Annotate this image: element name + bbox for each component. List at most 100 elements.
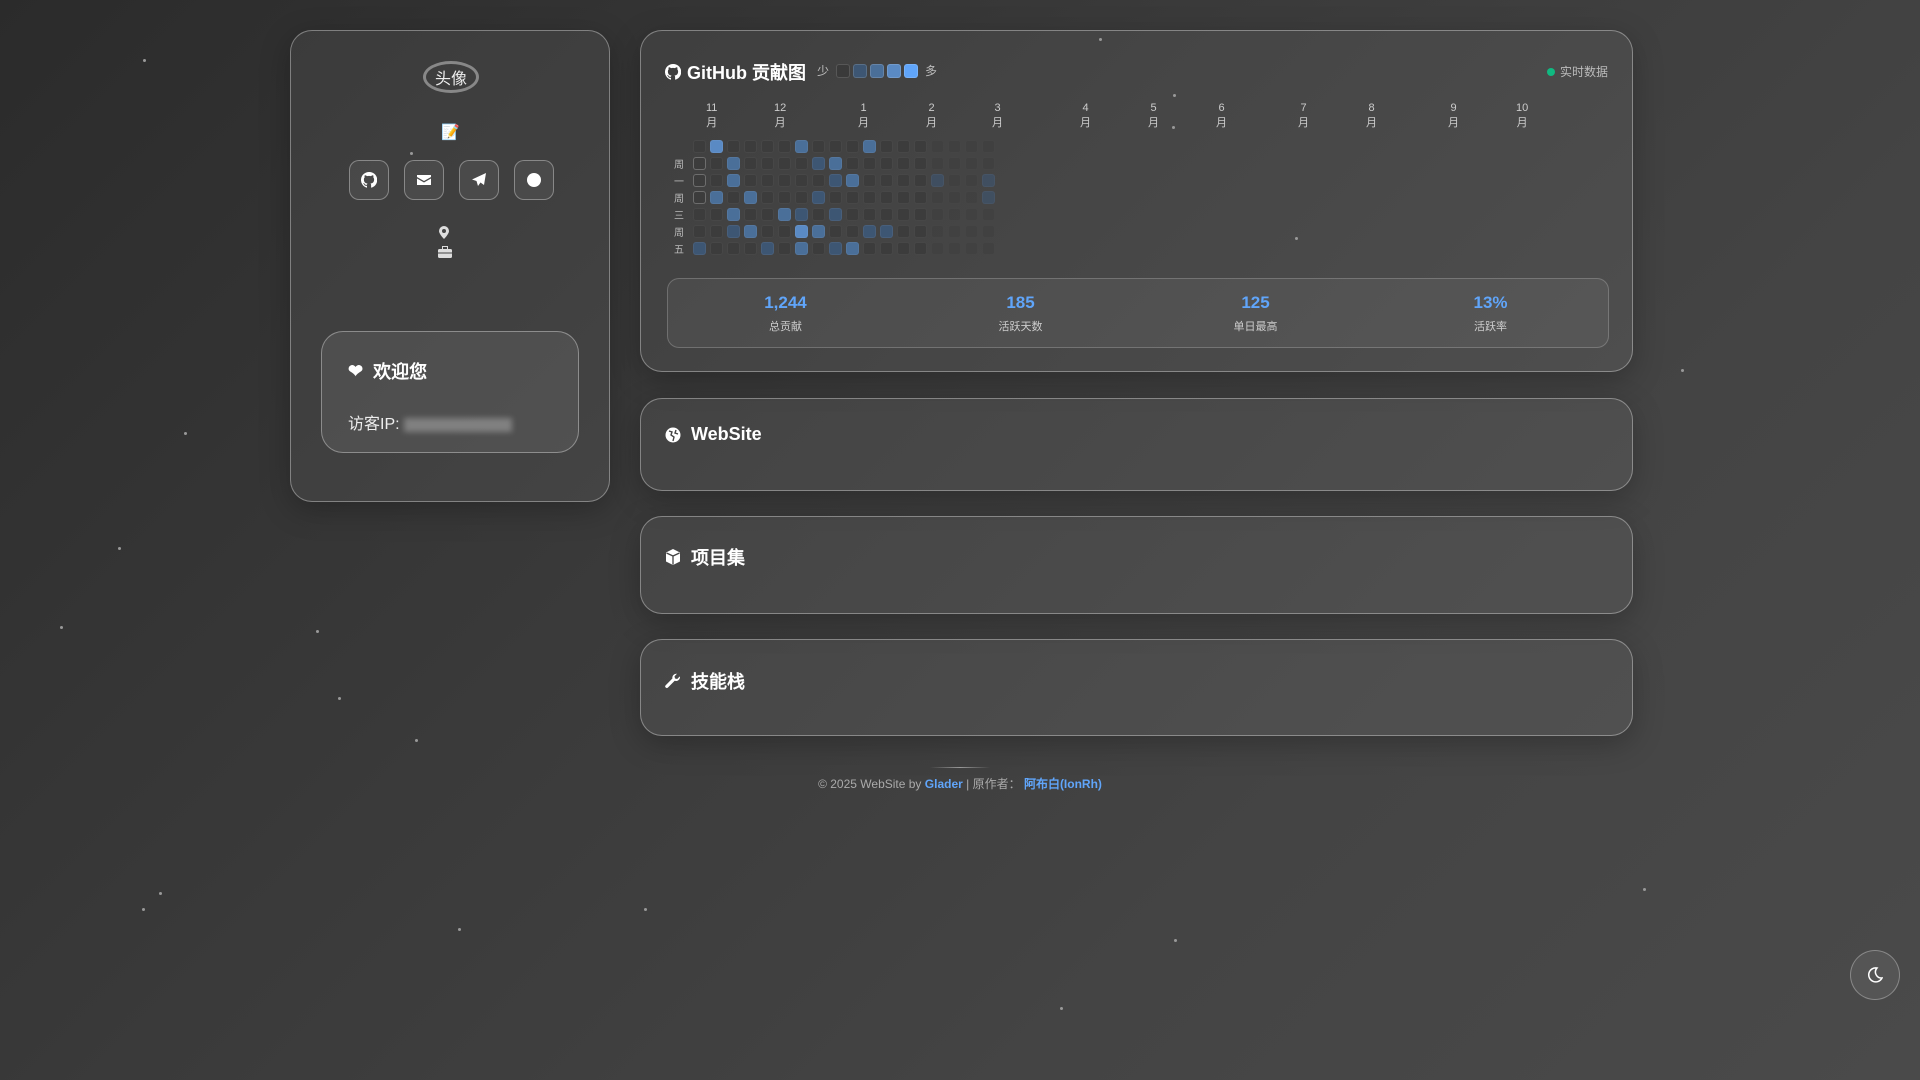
- contribution-cell[interactable]: [863, 191, 876, 204]
- contribution-cell[interactable]: [693, 191, 706, 204]
- contribution-cell[interactable]: [948, 208, 961, 221]
- contribution-cell[interactable]: [710, 157, 723, 170]
- contribution-cell[interactable]: [710, 174, 723, 187]
- contribution-cell[interactable]: [744, 225, 757, 238]
- contribution-cell[interactable]: [863, 242, 876, 255]
- contribution-cell[interactable]: [710, 208, 723, 221]
- contribution-cell[interactable]: [982, 174, 995, 187]
- contribution-cell[interactable]: [744, 242, 757, 255]
- contribution-cell[interactable]: [693, 140, 706, 153]
- contribution-cell[interactable]: [931, 157, 944, 170]
- contribution-cell[interactable]: [795, 191, 808, 204]
- contribution-cell[interactable]: [897, 208, 910, 221]
- contribution-cell[interactable]: [829, 208, 842, 221]
- contribution-cell[interactable]: [795, 225, 808, 238]
- contribution-cell[interactable]: [863, 157, 876, 170]
- contribution-cell[interactable]: [948, 140, 961, 153]
- contribution-cell[interactable]: [744, 191, 757, 204]
- contribution-cell[interactable]: [914, 140, 927, 153]
- contribution-cell[interactable]: [744, 157, 757, 170]
- contribution-cell[interactable]: [829, 225, 842, 238]
- contribution-cell[interactable]: [727, 174, 740, 187]
- contribution-cell[interactable]: [880, 225, 893, 238]
- contribution-cell[interactable]: [897, 140, 910, 153]
- contribution-cell[interactable]: [863, 140, 876, 153]
- contribution-cell[interactable]: [727, 208, 740, 221]
- contribution-cell[interactable]: [931, 140, 944, 153]
- contribution-cell[interactable]: [778, 242, 791, 255]
- contribution-cell[interactable]: [795, 208, 808, 221]
- contribution-cell[interactable]: [778, 140, 791, 153]
- contribution-cell[interactable]: [693, 174, 706, 187]
- contribution-cell[interactable]: [914, 174, 927, 187]
- contribution-cell[interactable]: [795, 140, 808, 153]
- contribution-cell[interactable]: [931, 208, 944, 221]
- contribution-cell[interactable]: [829, 242, 842, 255]
- contribution-cell[interactable]: [914, 225, 927, 238]
- contribution-cell[interactable]: [727, 225, 740, 238]
- contribution-cell[interactable]: [795, 157, 808, 170]
- contribution-cell[interactable]: [693, 242, 706, 255]
- contribution-cell[interactable]: [846, 225, 859, 238]
- contribution-cell[interactable]: [761, 140, 774, 153]
- contribution-cell[interactable]: [829, 191, 842, 204]
- blog-button[interactable]: [514, 160, 554, 200]
- author-link[interactable]: Glader: [925, 777, 963, 791]
- contribution-cell[interactable]: [982, 208, 995, 221]
- contribution-cell[interactable]: [931, 191, 944, 204]
- original-author-link[interactable]: 阿布白(IonRh): [1024, 777, 1102, 791]
- contribution-cell[interactable]: [982, 191, 995, 204]
- contribution-cell[interactable]: [829, 157, 842, 170]
- contribution-cell[interactable]: [744, 208, 757, 221]
- contribution-cell[interactable]: [710, 140, 723, 153]
- contribution-cell[interactable]: [914, 242, 927, 255]
- contribution-cell[interactable]: [829, 140, 842, 153]
- contribution-cell[interactable]: [761, 242, 774, 255]
- contribution-cell[interactable]: [812, 140, 825, 153]
- contribution-cell[interactable]: [880, 208, 893, 221]
- contribution-cell[interactable]: [829, 174, 842, 187]
- contribution-cell[interactable]: [914, 157, 927, 170]
- contribution-cell[interactable]: [880, 174, 893, 187]
- contribution-cell[interactable]: [846, 208, 859, 221]
- contribution-cell[interactable]: [948, 225, 961, 238]
- contribution-cell[interactable]: [795, 174, 808, 187]
- contribution-cell[interactable]: [897, 174, 910, 187]
- contribution-cell[interactable]: [914, 191, 927, 204]
- contribution-cell[interactable]: [761, 225, 774, 238]
- contribution-cell[interactable]: [727, 191, 740, 204]
- contribution-cell[interactable]: [812, 157, 825, 170]
- contribution-cell[interactable]: [744, 174, 757, 187]
- contribution-cell[interactable]: [846, 191, 859, 204]
- contribution-cell[interactable]: [965, 208, 978, 221]
- contribution-cell[interactable]: [948, 191, 961, 204]
- contribution-cell[interactable]: [727, 157, 740, 170]
- contribution-cell[interactable]: [778, 157, 791, 170]
- contribution-cell[interactable]: [863, 225, 876, 238]
- contribution-cell[interactable]: [897, 242, 910, 255]
- contribution-cell[interactable]: [744, 140, 757, 153]
- contribution-cell[interactable]: [965, 191, 978, 204]
- contribution-cell[interactable]: [778, 208, 791, 221]
- contribution-cell[interactable]: [693, 225, 706, 238]
- contribution-cell[interactable]: [710, 242, 723, 255]
- contribution-cell[interactable]: [880, 242, 893, 255]
- contribution-cell[interactable]: [897, 191, 910, 204]
- contribution-cell[interactable]: [812, 225, 825, 238]
- contribution-cell[interactable]: [863, 174, 876, 187]
- contribution-cell[interactable]: [931, 174, 944, 187]
- contribution-cell[interactable]: [693, 157, 706, 170]
- contribution-cell[interactable]: [846, 140, 859, 153]
- contribution-cell[interactable]: [863, 208, 876, 221]
- contribution-cell[interactable]: [761, 208, 774, 221]
- contribution-cell[interactable]: [727, 242, 740, 255]
- contribution-cell[interactable]: [931, 242, 944, 255]
- contribution-cell[interactable]: [965, 140, 978, 153]
- contribution-cell[interactable]: [693, 208, 706, 221]
- contribution-cell[interactable]: [982, 140, 995, 153]
- contribution-cell[interactable]: [948, 174, 961, 187]
- contribution-cell[interactable]: [812, 208, 825, 221]
- contribution-cell[interactable]: [948, 242, 961, 255]
- contribution-cell[interactable]: [880, 140, 893, 153]
- theme-toggle-button[interactable]: [1850, 950, 1900, 1000]
